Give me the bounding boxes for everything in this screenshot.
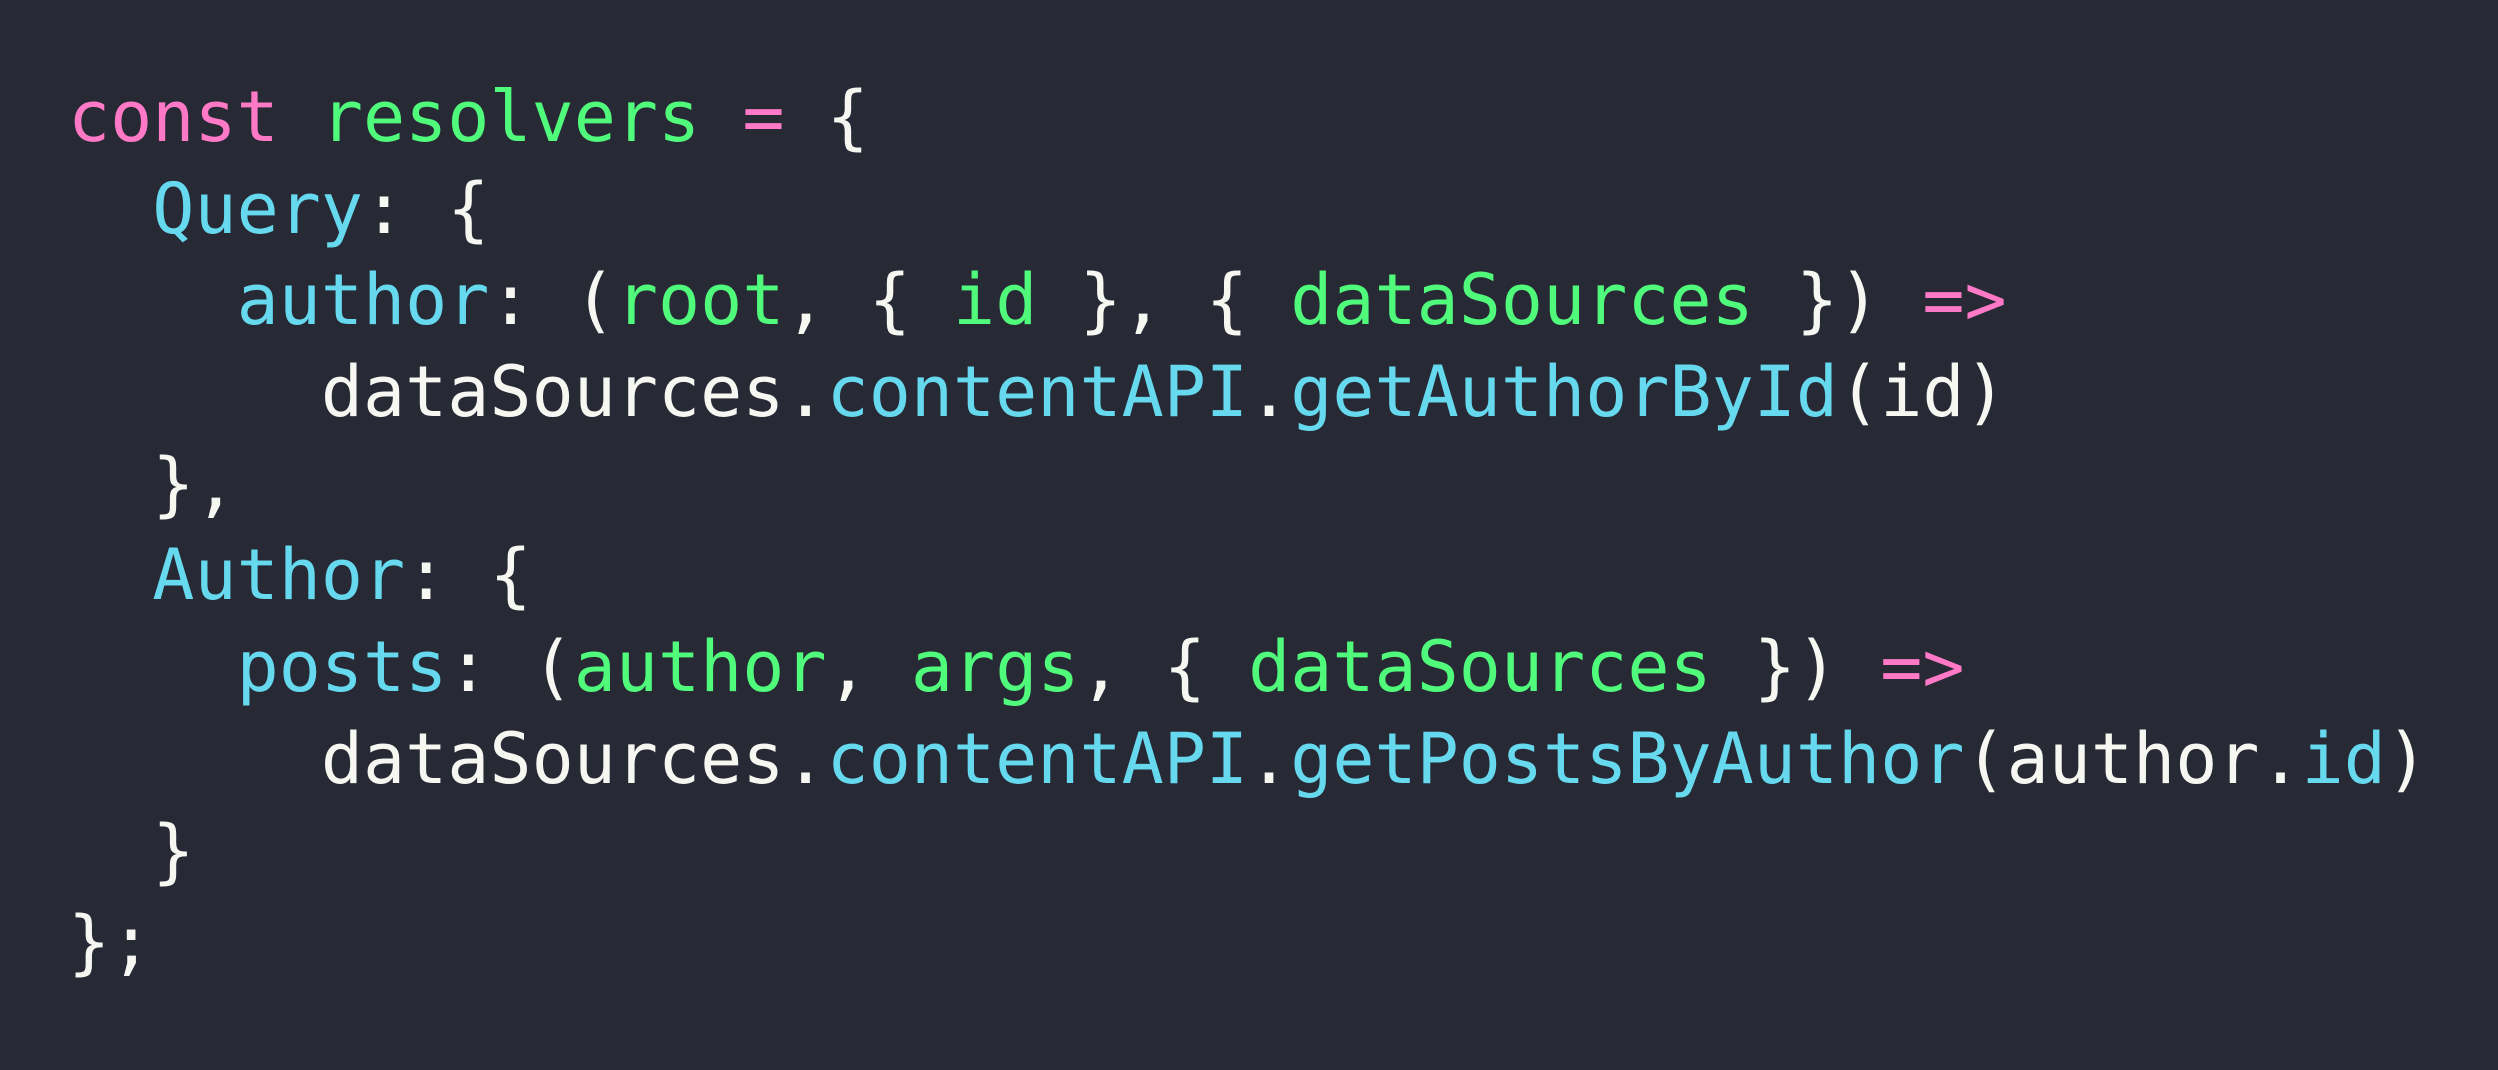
code-token-property: contentAPI bbox=[826, 351, 1249, 434]
code-token-property: id bbox=[2301, 717, 2386, 800]
code-token-property: author bbox=[236, 259, 490, 342]
code-token-plain: . bbox=[1248, 717, 1291, 800]
code-token-plain: , { bbox=[784, 259, 954, 342]
code-line: dataSources.contentAPI.getAuthorById(id) bbox=[68, 347, 2498, 439]
code-line: dataSources.contentAPI.getPostsByAuthor(… bbox=[68, 714, 2498, 806]
code-token-plain: }; bbox=[68, 901, 153, 984]
code-token-plain: }) bbox=[1711, 626, 1881, 709]
code-token-plain: , { bbox=[1079, 626, 1249, 709]
code-token-keyword: => bbox=[1922, 259, 2007, 342]
code-token-plain: }, bbox=[68, 442, 237, 525]
code-token-variable: root bbox=[615, 259, 785, 342]
code-token-plain: : { bbox=[363, 167, 490, 250]
code-token-keyword: const bbox=[68, 76, 279, 158]
code-token-plain: }) bbox=[1753, 259, 1923, 342]
code-line: }, bbox=[68, 439, 2498, 531]
code-token-variable: dataSources bbox=[1248, 626, 1712, 709]
code-token-property: getPostsByAuthor bbox=[1290, 717, 1965, 800]
code-token-plain: (author. bbox=[1964, 717, 2302, 800]
code-token-variable: resolvers bbox=[320, 76, 701, 158]
code-token-property: contentAPI bbox=[826, 717, 1249, 800]
code-token-plain: : ( bbox=[489, 259, 616, 342]
code-token-plain: : ( bbox=[447, 626, 574, 709]
code-line: const resolvers = { bbox=[68, 72, 2498, 164]
code-token-keyword: = bbox=[742, 76, 785, 158]
code-token-variable: id bbox=[953, 259, 1038, 342]
code-token-property: posts bbox=[236, 626, 448, 709]
code-token-plain: } bbox=[68, 809, 195, 892]
code-line: Query: { bbox=[68, 164, 2498, 256]
code-token-variable: args bbox=[910, 626, 1080, 709]
code-token-plain: }, { bbox=[1037, 259, 1291, 342]
code-token-keyword: => bbox=[1880, 626, 1965, 709]
code-token-plain: dataSources. bbox=[68, 717, 827, 800]
code-token-variable: dataSources bbox=[1290, 259, 1754, 342]
code-token-property: Query bbox=[152, 167, 364, 250]
code-token-variable: author bbox=[573, 626, 827, 709]
code-line: Author: { bbox=[68, 530, 2498, 622]
code-token-plain: . bbox=[1248, 351, 1291, 434]
code-token-plain: , bbox=[826, 626, 911, 709]
code-line: } bbox=[68, 806, 2498, 898]
code-token-plain: dataSources. bbox=[68, 351, 827, 434]
code-line: }; bbox=[68, 897, 2498, 989]
code-line: author: (root, { id }, { dataSources }) … bbox=[68, 255, 2498, 347]
code-token-plain: { bbox=[784, 76, 869, 158]
code-token-plain: : { bbox=[405, 534, 532, 617]
code-token-plain: (id) bbox=[1838, 351, 2007, 434]
code-block: const resolvers = { Query: { author: (ro… bbox=[0, 0, 2498, 1070]
code-line: posts: (author, args, { dataSources }) =… bbox=[68, 622, 2498, 714]
code-token-property: Author bbox=[152, 534, 406, 617]
code-token-plain: ) bbox=[2385, 717, 2429, 800]
code-token-property: getAuthorById bbox=[1290, 351, 1839, 434]
